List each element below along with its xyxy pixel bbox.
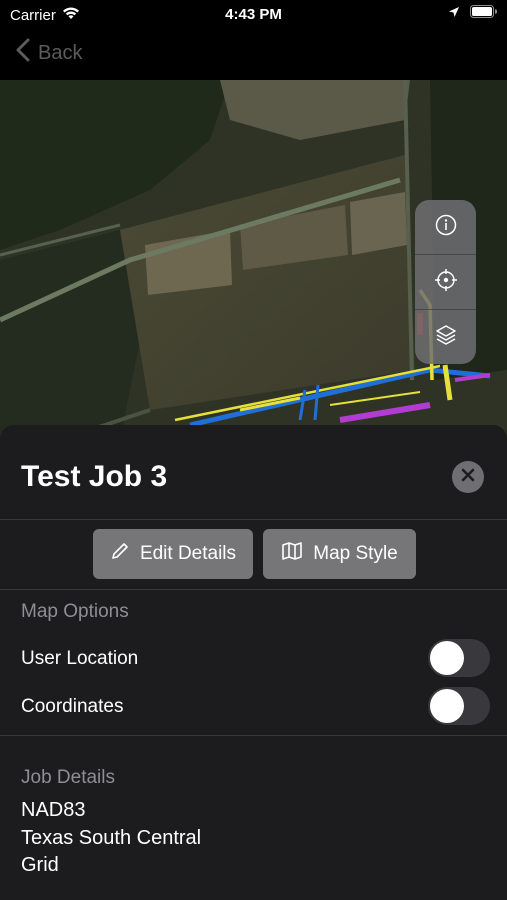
job-detail-datum: NAD83 — [21, 799, 86, 821]
map-options-header: Map Options — [21, 601, 129, 622]
crosshair-icon — [434, 268, 458, 297]
layers-icon — [434, 323, 458, 352]
job-detail-projection: Grid — [21, 854, 59, 876]
close-icon — [461, 468, 475, 487]
info-icon — [435, 214, 457, 241]
user-location-toggle[interactable] — [428, 639, 490, 677]
edit-details-button[interactable]: Edit Details — [93, 529, 253, 579]
back-label: Back — [38, 41, 83, 64]
edit-details-label: Edit Details — [139, 543, 237, 564]
user-location-label: User Location — [21, 648, 139, 669]
navigation-bar: Back — [0, 30, 507, 80]
location-arrow-icon — [448, 5, 460, 23]
battery-icon — [470, 5, 498, 23]
status-bar: Carrier 4:43 PM — [0, 0, 507, 30]
divider — [0, 589, 507, 590]
coordinates-toggle[interactable] — [428, 687, 490, 725]
back-button[interactable]: Back — [16, 38, 82, 68]
divider — [0, 735, 507, 736]
map-controls-panel — [415, 200, 476, 364]
map-info-button[interactable] — [415, 200, 476, 254]
status-time: 4:43 PM — [225, 6, 282, 23]
divider — [0, 519, 507, 520]
toggle-knob — [430, 641, 464, 675]
map-style-button[interactable]: Map Style — [263, 529, 416, 579]
job-detail-zone: Texas South Central — [21, 827, 202, 849]
sheet-title: Test Job 3 — [21, 460, 168, 493]
map-icon — [281, 541, 303, 567]
coordinates-label: Coordinates — [21, 696, 124, 717]
locate-me-button[interactable] — [415, 255, 476, 309]
pencil-icon — [110, 541, 130, 567]
chevron-left-icon — [16, 38, 30, 68]
status-right — [448, 5, 498, 23]
map-view[interactable] — [0, 80, 507, 440]
toggle-knob — [430, 689, 464, 723]
job-details-sheet: Test Job 3 Edit Details Map Style Map Op… — [0, 425, 507, 900]
layers-button[interactable] — [415, 310, 476, 364]
job-details-header: Job Details — [21, 767, 115, 788]
close-button[interactable] — [452, 461, 484, 493]
map-style-label: Map Style — [313, 543, 398, 564]
